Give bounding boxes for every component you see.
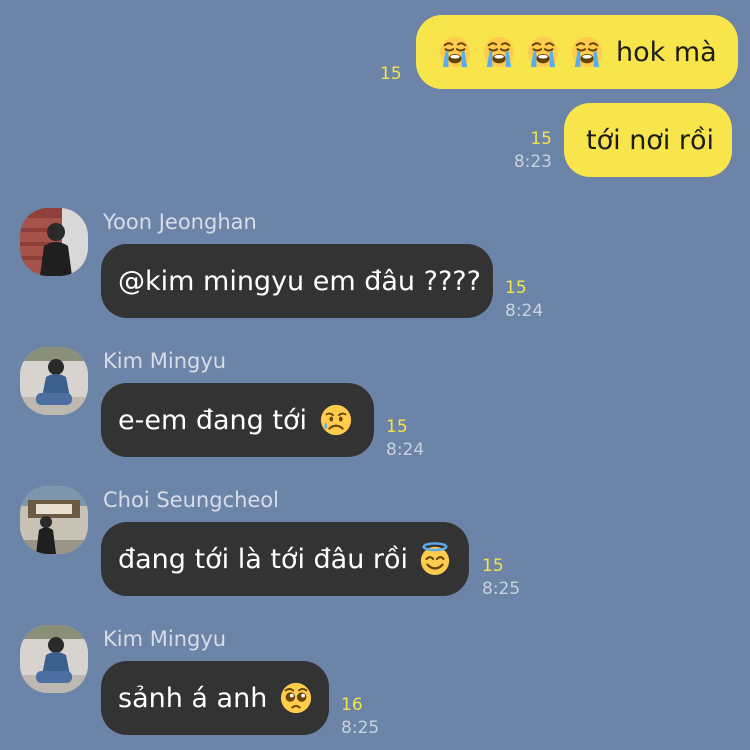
- incoming-message-bubble[interactable]: @kim mingyu em đâu ????: [101, 244, 493, 318]
- message-meta: 15: [380, 66, 402, 83]
- read-count: 15: [482, 556, 504, 576]
- incoming-message-bubble[interactable]: sảnh á anh: [101, 661, 329, 735]
- outgoing-message-bubble[interactable]: hok mà: [416, 15, 738, 89]
- sender-name[interactable]: Choi Seungcheol: [103, 490, 279, 511]
- message-text: đang tới là tới đâu rồi: [118, 543, 409, 575]
- message-text: e-em đang tới: [118, 404, 307, 436]
- timestamp: 8:25: [341, 718, 380, 738]
- message-text: tới nơi rồi: [586, 124, 715, 156]
- loudly-crying-face-icon: [526, 35, 560, 69]
- incoming-message-bubble[interactable]: đang tới là tới đâu rồi: [101, 522, 469, 596]
- read-count: 15: [505, 278, 527, 298]
- read-count: 15: [530, 129, 552, 149]
- loudly-crying-face-icon: [438, 35, 472, 69]
- sender-name[interactable]: Yoon Jeonghan: [103, 212, 257, 233]
- read-count: 15: [386, 417, 408, 437]
- loudly-crying-face-icon: [482, 35, 516, 69]
- message-meta: 15 8:25: [482, 558, 520, 598]
- avatar-choi-seungcheol-icon: [20, 486, 88, 554]
- avatar[interactable]: [20, 625, 88, 693]
- read-count: 16: [341, 695, 363, 715]
- message-meta: 15 8:23: [500, 131, 552, 171]
- timestamp: 8:25: [482, 579, 521, 599]
- message-meta: 15 8:24: [386, 419, 424, 459]
- avatar[interactable]: [20, 347, 88, 415]
- message-text: sảnh á anh: [118, 682, 268, 714]
- emoji-group: [416, 35, 604, 69]
- sender-name[interactable]: Kim Mingyu: [103, 351, 226, 372]
- message-meta: 15 8:24: [505, 280, 543, 320]
- timestamp: 8:23: [513, 152, 552, 172]
- avatar-kim-mingyu-icon: [20, 625, 88, 693]
- message-text: hok mà: [616, 36, 717, 68]
- sender-name[interactable]: Kim Mingyu: [103, 629, 226, 650]
- incoming-message-bubble[interactable]: e-em đang tới: [101, 383, 374, 457]
- avatar[interactable]: [20, 486, 88, 554]
- loudly-crying-face-icon: [570, 35, 604, 69]
- chat-view[interactable]: 15 hok mà 15 8:23 tới nơi rồi Yoon Jeong…: [0, 0, 750, 750]
- outgoing-message-bubble[interactable]: tới nơi rồi: [564, 103, 732, 177]
- timestamp: 8:24: [505, 301, 544, 321]
- message-text: @kim mingyu em đâu ????: [118, 265, 481, 297]
- read-count: 15: [380, 64, 402, 84]
- avatar-kim-mingyu-icon: [20, 347, 88, 415]
- smiling-face-with-halo-icon: [418, 542, 452, 576]
- sad-but-relieved-face-icon: [319, 403, 353, 437]
- pleading-face-icon: [279, 681, 313, 715]
- timestamp: 8:24: [386, 440, 425, 460]
- avatar-yoon-jeonghan-icon: [20, 208, 88, 276]
- avatar[interactable]: [20, 208, 88, 276]
- message-meta: 16 8:25: [341, 697, 379, 737]
